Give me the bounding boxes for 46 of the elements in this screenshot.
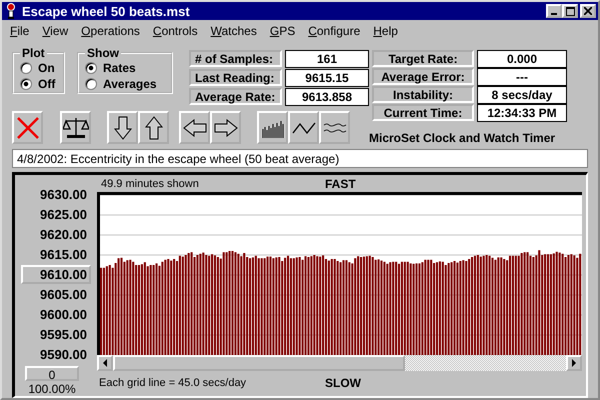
menu-item[interactable]: View: [42, 24, 68, 42]
menu-item[interactable]: Watches: [210, 24, 257, 42]
product-name: MicroSet Clock and Watch Timer: [369, 131, 556, 145]
rate-value: 12:34:33 PM: [477, 104, 567, 122]
radio-option[interactable]: On: [20, 60, 57, 76]
menu-item[interactable]: Configure: [308, 24, 360, 42]
radio-option[interactable]: Off: [20, 76, 57, 92]
group-title: Plot: [21, 46, 46, 60]
grid-note: Each grid line = 45.0 secs/day: [99, 377, 248, 389]
radio-option[interactable]: Averages: [85, 76, 165, 92]
rate-label: Instability:: [372, 86, 474, 103]
menu-item[interactable]: Operations: [81, 24, 140, 42]
stat-value: 9615.15: [285, 69, 369, 87]
time-span-label: 49.9 minutes shown: [101, 178, 200, 190]
rate-label: Target Rate:: [372, 50, 474, 67]
radio-option[interactable]: Rates: [85, 60, 165, 76]
y-tick-label: 9595.00: [39, 326, 88, 344]
menu-item[interactable]: GPS: [270, 24, 296, 42]
group-title: Show: [86, 46, 120, 60]
stat-label: Average Rate:: [189, 88, 282, 105]
rate-value: 8 secs/day: [477, 86, 567, 104]
stat-value: 161: [285, 50, 369, 68]
fast-label: FAST: [325, 176, 356, 190]
menu-item[interactable]: Controls: [152, 24, 198, 42]
zoom-percent: 100.00%: [28, 382, 76, 396]
stat-label: Last Reading:: [189, 69, 282, 86]
y-tick-label: 9615.00: [39, 246, 88, 264]
rate-value: 0.000: [477, 50, 567, 68]
y-tick-label: 9590.00: [39, 346, 88, 364]
stat-label: # of Samples:: [189, 50, 282, 67]
y-tick-label: 9625.00: [39, 206, 88, 224]
y-tick-label: 9630.00: [39, 186, 88, 204]
rate-label: Average Error:: [372, 68, 474, 85]
slow-label: SLOW: [325, 376, 361, 390]
menu-item[interactable]: Help: [373, 24, 398, 42]
y-tick-label: 9620.00: [39, 226, 88, 244]
window-title: Escape wheel 50 beats.mst: [22, 4, 190, 18]
scale-button[interactable]: 9610.00: [21, 264, 91, 284]
rate-value: ---: [477, 68, 567, 86]
menu-item[interactable]: File: [10, 24, 30, 42]
y-tick-label: 9600.00: [39, 306, 88, 324]
rate-label: Current Time:: [372, 104, 474, 121]
stat-value: 9613.858: [285, 88, 369, 106]
note-field[interactable]: 4/8/2002: Eccentricity in the escape wheel (50 beat average): [12, 149, 588, 168]
offset-button[interactable]: 0: [25, 366, 79, 382]
y-tick-label: 9605.00: [39, 286, 88, 304]
